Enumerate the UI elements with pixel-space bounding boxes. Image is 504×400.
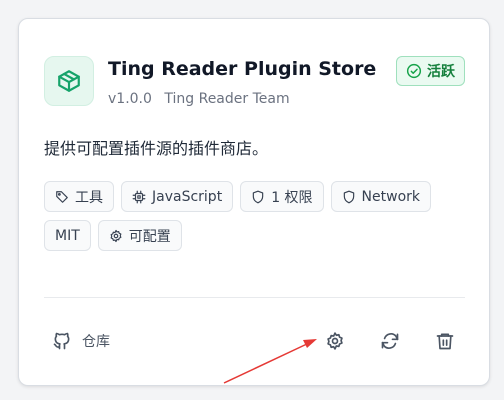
tag-network: Network xyxy=(330,181,432,212)
status-label: 活跃 xyxy=(427,64,455,80)
footer-divider xyxy=(44,297,465,298)
tag-permissions: 1 权限 xyxy=(240,181,324,212)
tag-configurable: 可配置 xyxy=(97,220,182,251)
tag-category: 工具 xyxy=(44,181,114,212)
tag-list: 工具 JavaScript 1 权限 Network MIT 可配置 xyxy=(44,181,474,251)
check-circle-icon xyxy=(406,63,422,79)
status-badge: 活跃 xyxy=(396,56,465,86)
tag-label: 工具 xyxy=(75,189,103,206)
plugin-author: Ting Reader Team xyxy=(164,91,290,107)
tag-label: 可配置 xyxy=(128,228,171,245)
tag-license: MIT xyxy=(44,220,91,251)
tag-label: Network xyxy=(361,188,421,205)
trash-icon xyxy=(436,333,454,350)
plugin-description: 提供可配置插件源的插件商店。 xyxy=(44,139,269,158)
plugin-card: Ting Reader Plugin Store v1.0.0 Ting Rea… xyxy=(18,18,490,386)
repository-label: 仓库 xyxy=(82,334,110,350)
tag-label: 1 权限 xyxy=(271,189,313,206)
tag-label: MIT xyxy=(55,227,80,244)
package-icon xyxy=(44,56,94,106)
tag-label: JavaScript xyxy=(152,188,223,205)
shield-icon xyxy=(343,190,354,203)
gear-icon xyxy=(327,332,343,350)
cpu-icon xyxy=(132,190,146,203)
plugin-meta: v1.0.0 Ting Reader Team xyxy=(108,91,290,107)
plugin-version: v1.0.0 xyxy=(108,91,152,107)
plugin-title: Ting Reader Plugin Store xyxy=(108,58,377,80)
tag-language: JavaScript xyxy=(121,181,234,212)
shield-icon xyxy=(252,190,264,203)
delete-button[interactable] xyxy=(432,328,458,354)
repository-link[interactable]: 仓库 xyxy=(52,330,110,352)
github-icon xyxy=(53,332,70,350)
refresh-icon xyxy=(381,333,399,349)
settings-button[interactable] xyxy=(322,328,348,354)
refresh-button[interactable] xyxy=(377,328,403,354)
tag-icon xyxy=(56,190,68,203)
gear-icon xyxy=(110,229,122,242)
